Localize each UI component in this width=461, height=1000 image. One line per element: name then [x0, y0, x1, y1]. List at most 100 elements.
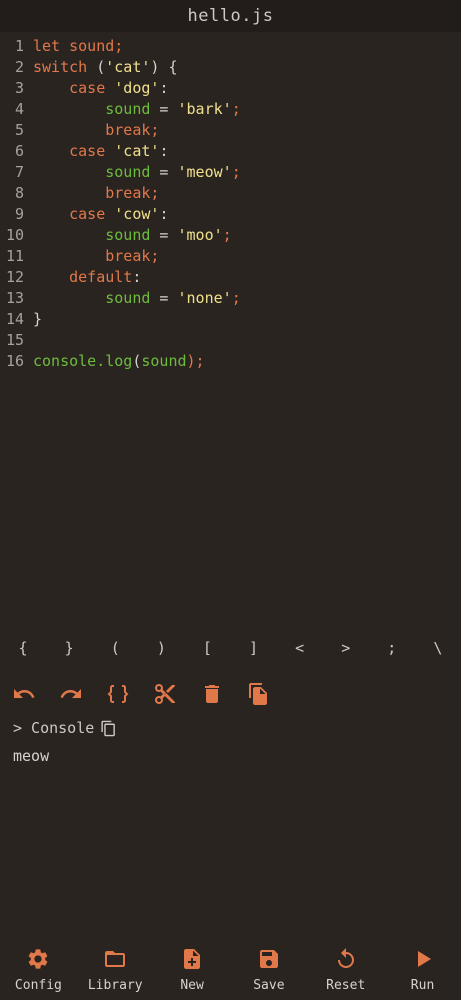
code-line[interactable]: 13 sound = 'none';	[0, 288, 461, 309]
code-token: :	[159, 79, 169, 97]
new-file-icon	[184, 949, 201, 969]
code-text[interactable]	[33, 330, 461, 351]
symbol-key[interactable]: (	[100, 639, 130, 657]
line-number: 7	[14, 163, 24, 181]
code-line[interactable]: 10 sound = 'moo';	[0, 225, 461, 246]
symbol-key[interactable]: <	[285, 639, 315, 657]
code-text[interactable]: }	[33, 309, 461, 330]
editor-toolbar	[12, 682, 271, 706]
reset-button[interactable]: Reset	[311, 936, 381, 1000]
code-text[interactable]: break;	[33, 120, 461, 141]
code-line[interactable]: 1 let sound;	[0, 36, 461, 57]
code-text[interactable]: break;	[33, 246, 461, 267]
save-label: Save	[253, 978, 285, 993]
code-token: :	[132, 268, 142, 286]
code-line[interactable]: 5 break;	[0, 120, 461, 141]
folder-icon	[105, 951, 126, 967]
bottom-nav: Config Library New Save Reset Run	[0, 936, 461, 1000]
code-line[interactable]: 2 switch ('cat') {	[0, 57, 461, 78]
code-token: 'none'	[177, 289, 232, 307]
symbol-key[interactable]: {	[8, 639, 38, 657]
code-text[interactable]: case 'cat':	[33, 141, 461, 162]
trash-icon	[205, 685, 219, 703]
code-line[interactable]: 8 break;	[0, 183, 461, 204]
delete-button[interactable]	[200, 682, 224, 706]
copy-file-icon	[249, 683, 267, 705]
symbol-key[interactable]: >	[331, 639, 361, 657]
scissors-icon	[155, 684, 175, 704]
code-text[interactable]: sound = 'bark';	[33, 99, 461, 120]
code-token: =	[150, 163, 178, 181]
code-token: case	[33, 142, 115, 160]
code-line[interactable]: 12 default:	[0, 267, 461, 288]
symbol-key[interactable]: [	[192, 639, 222, 657]
config-label: Config	[14, 978, 62, 993]
code-token: case	[33, 205, 115, 223]
cut-button[interactable]	[153, 682, 177, 706]
copy-button[interactable]	[247, 682, 271, 706]
code-line[interactable]: 4 sound = 'bark';	[0, 99, 461, 120]
code-line[interactable]: 7 sound = 'meow';	[0, 162, 461, 183]
line-number: 4	[14, 100, 24, 118]
library-button[interactable]: Library	[80, 936, 150, 1000]
code-token: break;	[33, 247, 160, 265]
code-token: 'cat'	[105, 58, 151, 76]
format-button[interactable]	[106, 682, 130, 706]
code-text[interactable]: console.log(sound);	[33, 351, 461, 372]
line-number: 6	[14, 142, 24, 160]
symbol-key[interactable]: ]	[239, 639, 269, 657]
code-token: :	[159, 205, 169, 223]
redo-icon	[60, 689, 81, 698]
code-text[interactable]: sound = 'moo';	[33, 225, 461, 246]
code-line[interactable]: 3 case 'dog':	[0, 78, 461, 99]
code-line[interactable]: 9 case 'cow':	[0, 204, 461, 225]
new-label: New	[180, 978, 204, 993]
code-editor[interactable]: 1 let sound; 2 switch ('cat') {3 case 'dog'…	[0, 36, 461, 372]
gear-icon	[29, 949, 48, 969]
code-text[interactable]: break;	[33, 183, 461, 204]
code-token: :	[159, 142, 169, 160]
library-label: Library	[87, 978, 143, 993]
run-button[interactable]: Run	[388, 936, 458, 1000]
code-token: case	[33, 79, 115, 97]
line-number: 15	[5, 331, 24, 349]
code-text[interactable]: case 'cow':	[33, 204, 461, 225]
undo-button[interactable]	[12, 682, 36, 706]
line-number: 13	[5, 289, 24, 307]
config-button[interactable]: Config	[3, 936, 73, 1000]
run-label: Run	[410, 978, 435, 993]
code-token: 'cat'	[114, 142, 160, 160]
code-line[interactable]: 11 break;	[0, 246, 461, 267]
redo-button[interactable]	[59, 682, 83, 706]
code-text[interactable]: let sound;	[33, 36, 461, 57]
line-number: 1	[14, 37, 24, 55]
code-text[interactable]: switch ('cat') {	[33, 57, 461, 78]
code-token: ;	[222, 226, 232, 244]
symbol-key[interactable]: \	[423, 639, 453, 657]
line-number: 2	[14, 58, 24, 76]
format-braces-icon	[107, 685, 129, 703]
save-button[interactable]: Save	[234, 936, 304, 1000]
reset-icon	[337, 948, 354, 968]
symbol-key[interactable]: )	[146, 639, 176, 657]
code-text[interactable]: case 'dog':	[33, 78, 461, 99]
code-text[interactable]: sound = 'none';	[33, 288, 461, 309]
new-button[interactable]: New	[157, 936, 227, 1000]
symbol-key[interactable]: ;	[377, 639, 407, 657]
code-text[interactable]: default:	[33, 267, 461, 288]
line-number: 16	[5, 352, 24, 370]
code-line[interactable]: 14}	[0, 309, 461, 330]
code-line[interactable]: 15	[0, 330, 461, 351]
line-number: 5	[14, 121, 24, 139]
code-line[interactable]: 16 console.log(sound);	[0, 351, 461, 372]
line-number: 3	[14, 79, 24, 97]
code-line[interactable]: 6 case 'cat':	[0, 141, 461, 162]
code-token: 'meow'	[177, 163, 232, 181]
line-number: 12	[5, 268, 24, 286]
code-token: sound	[33, 100, 151, 118]
console-copy-button[interactable]	[100, 720, 117, 737]
line-number: 9	[14, 205, 24, 223]
symbol-key[interactable]: }	[54, 639, 84, 657]
symbol-bar: {} () [] < >; \	[0, 636, 461, 660]
code-text[interactable]: sound = 'meow';	[33, 162, 461, 183]
